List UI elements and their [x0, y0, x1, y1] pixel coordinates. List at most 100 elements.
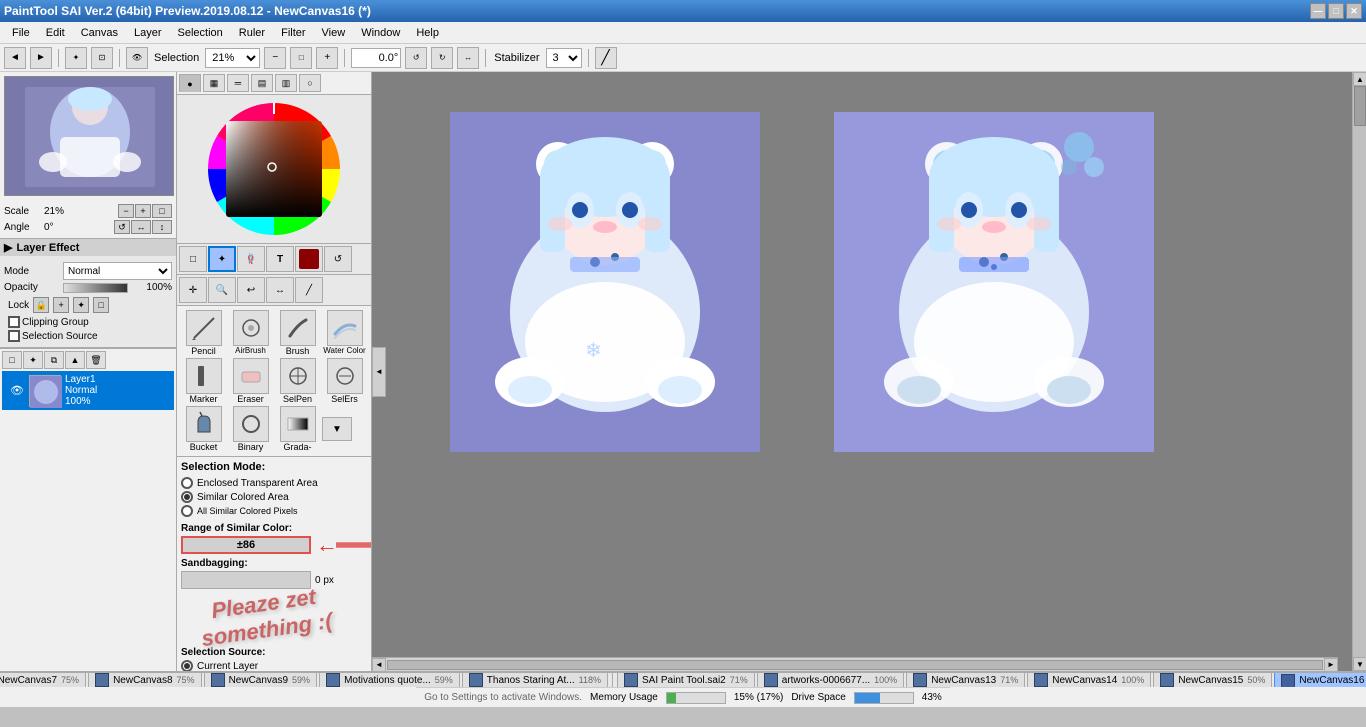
color-tab-custom[interactable]: ○	[299, 74, 321, 92]
text-btn[interactable]: T	[266, 246, 294, 272]
hscroll-right[interactable]: ►	[1324, 658, 1338, 672]
pencil-tool[interactable]: Pencil	[181, 310, 226, 356]
zoom-btn[interactable]: 🔍	[208, 277, 236, 303]
grada-icon[interactable]	[280, 406, 316, 442]
rotate-tool-btn[interactable]: ↺	[324, 246, 352, 272]
menu-filter[interactable]: Filter	[273, 25, 313, 41]
zoom-plus[interactable]: +	[316, 47, 338, 69]
select-lasso-btn[interactable]: 🪢	[237, 246, 265, 272]
stabilizer-select[interactable]: 3 1 2	[546, 48, 582, 68]
watercolor-icon[interactable]	[327, 310, 363, 346]
nav-back-button[interactable]: ◄	[4, 47, 26, 69]
hand-btn[interactable]: ↩	[237, 277, 265, 303]
hscroll-left[interactable]: ◄	[372, 658, 386, 672]
delete-layer-btn[interactable]: 🗑	[86, 351, 106, 369]
selection-source-label[interactable]: Selection Source	[4, 329, 172, 343]
new-layer-btn[interactable]: □	[2, 351, 22, 369]
scale-minus[interactable]: −	[118, 204, 134, 218]
menu-view[interactable]: View	[314, 25, 354, 41]
tab-newcanvas9[interactable]: NewCanvas9 59%	[204, 673, 318, 687]
color-wheel-svg[interactable]	[204, 99, 344, 239]
angle-reset-btn[interactable]: ↺	[114, 220, 130, 234]
layer-eye-icon[interactable]: 👁	[7, 381, 27, 401]
color-swatch-btn[interactable]	[295, 246, 323, 272]
close-button[interactable]: ✕	[1346, 3, 1362, 19]
vscroll-thumb[interactable]	[1354, 86, 1366, 126]
tab-artworks[interactable]: artworks-0006677... 100%	[757, 673, 904, 687]
tab-canvas16[interactable]: NewCanvas16 21%	[1274, 673, 1366, 687]
tab-canvas15[interactable]: NewCanvas15 50%	[1153, 673, 1272, 687]
eraser-tool[interactable]: Eraser	[228, 358, 273, 404]
menu-file[interactable]: File	[4, 25, 38, 41]
clipping-group-checkbox[interactable]	[8, 316, 20, 328]
color-tab-v[interactable]: ▥	[275, 74, 297, 92]
airbrush-tool[interactable]: AirBrush	[228, 310, 273, 356]
tab-newcanvas8[interactable]: NewCanvas8 75%	[88, 673, 202, 687]
angle-input[interactable]	[351, 48, 401, 68]
eraser-icon[interactable]	[233, 358, 269, 394]
zoom-select[interactable]: 21% 50% 100%	[205, 48, 260, 68]
lock-btn2[interactable]: +	[53, 297, 69, 313]
eyedropper-btn[interactable]: ╱	[295, 277, 323, 303]
angle-flip2-btn[interactable]: ↕	[152, 220, 172, 234]
tab-thanos[interactable]: Thanos Staring At... 118%	[462, 673, 608, 687]
menu-selection[interactable]: Selection	[170, 25, 231, 41]
vscroll-up[interactable]: ▲	[1353, 72, 1366, 86]
tool-btn-b[interactable]: ⊡	[91, 47, 113, 69]
horizontal-scrollbar[interactable]: ◄ ►	[372, 657, 1338, 671]
restore-button[interactable]: □	[1328, 3, 1344, 19]
layer-item[interactable]: 👁 Layer1 Normal 100%	[2, 371, 174, 410]
tab-motivations[interactable]: Motivations quote... 59%	[319, 673, 460, 687]
layer-effect-header[interactable]: ▶ Layer Effect	[0, 239, 176, 256]
watercolor-tool[interactable]: Water Color	[322, 310, 367, 356]
binary-icon[interactable]	[233, 406, 269, 442]
selpen-icon[interactable]	[280, 358, 316, 394]
angle-ccw[interactable]: ↺	[405, 47, 427, 69]
scroll-vert-btn[interactable]: ▼	[322, 417, 352, 441]
window-controls[interactable]: — □ ✕	[1310, 3, 1362, 19]
range-slider[interactable]: ±86	[181, 536, 311, 554]
clipping-group-label[interactable]: Clipping Group	[4, 315, 172, 329]
tool-btn-c[interactable]: 👁	[126, 47, 148, 69]
hscroll-thumb[interactable]	[387, 660, 1323, 670]
menu-ruler[interactable]: Ruler	[231, 25, 273, 41]
select-magic-btn[interactable]: ✦	[208, 246, 236, 272]
pencil-icon[interactable]	[186, 310, 222, 346]
right-scrollbar[interactable]: ▲ ▼	[1352, 72, 1366, 671]
current-layer-radio[interactable]	[181, 660, 193, 671]
angle-flip-btn[interactable]: ↔	[131, 220, 151, 234]
marker-icon[interactable]	[186, 358, 222, 394]
pen-tool[interactable]: ╱	[595, 47, 617, 69]
mode-select[interactable]: Normal Multiply Screen	[63, 262, 172, 280]
brush-tool-item[interactable]: Brush	[275, 310, 320, 356]
menu-canvas[interactable]: Canvas	[73, 25, 126, 41]
copy-layer-btn[interactable]: ⧉	[44, 351, 64, 369]
move-up-btn[interactable]: ▲	[65, 351, 85, 369]
selers-tool[interactable]: SelErs	[322, 358, 367, 404]
scroll-left-btn[interactable]: ◄	[372, 347, 386, 397]
tab-sai2[interactable]: SAI Paint Tool.sai2 71%	[617, 673, 755, 687]
brush-icon[interactable]	[280, 310, 316, 346]
all-similar-option[interactable]: All Similar Colored Pixels	[181, 505, 367, 517]
color-tab-rgb[interactable]: ▦	[203, 74, 225, 92]
tab-canvas13[interactable]: NewCanvas13 71%	[906, 673, 1025, 687]
selection-source-checkbox[interactable]	[8, 330, 20, 342]
move-btn[interactable]: ✛	[179, 277, 207, 303]
current-layer-option[interactable]: Current Layer	[181, 660, 367, 671]
menu-window[interactable]: Window	[353, 25, 408, 41]
lock-icon[interactable]: 🔒	[33, 297, 49, 313]
selers-icon[interactable]	[327, 358, 363, 394]
binary-tool[interactable]: Binary	[228, 406, 273, 452]
lock-btn3[interactable]: ✦	[73, 297, 89, 313]
canvas-area[interactable]: ◄	[372, 72, 1352, 671]
enclosed-transparent-option[interactable]: Enclosed Transparent Area	[181, 477, 367, 489]
select-rect-btn[interactable]: □	[179, 246, 207, 272]
menu-edit[interactable]: Edit	[38, 25, 73, 41]
angle-cw[interactable]: ↻	[431, 47, 453, 69]
bucket-icon[interactable]	[186, 406, 222, 442]
sandbag-slider[interactable]	[181, 571, 311, 589]
minimize-button[interactable]: —	[1310, 3, 1326, 19]
grada-tool[interactable]: Grada-	[275, 406, 320, 452]
airbrush-icon[interactable]	[233, 310, 269, 346]
scale-plus[interactable]: +	[135, 204, 151, 218]
